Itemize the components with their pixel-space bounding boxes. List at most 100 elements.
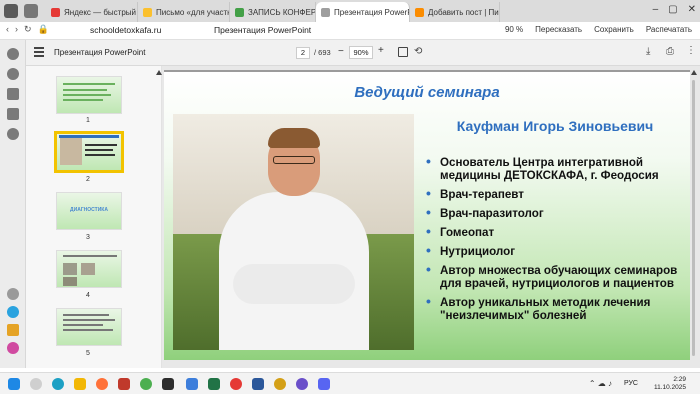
fit-page-icon[interactable] xyxy=(398,47,408,57)
presenter-name: Кауфман Игорь Зиновьевич xyxy=(456,118,654,134)
yandex-favicon-icon xyxy=(51,7,60,17)
alice-icon[interactable] xyxy=(7,128,19,140)
menu-icon[interactable] xyxy=(34,47,44,57)
page-total: / 693 xyxy=(314,48,331,57)
thumb-text-line xyxy=(63,319,115,321)
photos-icon[interactable] xyxy=(186,378,198,390)
app-icon[interactable] xyxy=(162,378,174,390)
tab-conference[interactable]: ЗАПИСЬ КОНФЕРЕНЦИИ xyxy=(230,2,316,22)
zoom-indicator[interactable]: 90 % xyxy=(505,25,523,34)
app-icon[interactable] xyxy=(118,378,130,390)
bullet-item: Нутрициолог xyxy=(426,244,688,258)
thumb-text-line xyxy=(63,255,117,257)
thumbnail-scrollbar[interactable] xyxy=(156,70,162,360)
tab-pikabu[interactable]: Добавить пост | Пикабу xyxy=(410,2,500,22)
tab-presentation[interactable]: Презентация PowerPoint ✕ xyxy=(316,2,410,22)
bullet-item: Врач-терапевт xyxy=(426,187,688,201)
vk-icon[interactable] xyxy=(7,324,19,336)
minimize-icon[interactable]: – xyxy=(653,4,659,15)
lock-icon[interactable]: 🔒 xyxy=(38,24,49,35)
add-panel-icon[interactable] xyxy=(7,288,19,300)
thumb-text-line xyxy=(63,329,113,331)
thumbnail-5[interactable] xyxy=(56,308,122,346)
download-icon[interactable]: ⤓ xyxy=(646,46,650,57)
print-button[interactable]: Распечатать xyxy=(646,25,692,34)
excel-icon[interactable] xyxy=(208,378,220,390)
rotate-icon[interactable]: ⟲ xyxy=(414,46,422,57)
thumbnail-number: 5 xyxy=(86,350,90,357)
calendar-icon[interactable] xyxy=(7,108,19,120)
maximize-icon[interactable]: ▢ xyxy=(668,4,677,15)
url-text[interactable]: schooldetoxkafa.ru xyxy=(90,25,161,35)
address-actions: 90 % Пересказать Сохранить Распечатать xyxy=(505,25,692,34)
bookmarks-icon[interactable] xyxy=(7,68,19,80)
search-icon[interactable] xyxy=(30,378,42,390)
windows-start-icon[interactable] xyxy=(8,378,20,390)
tab-letter[interactable]: Письмо «для участников» xyxy=(138,2,230,22)
tab-yandex[interactable]: Яндекс — быстрый поиск xyxy=(46,2,138,22)
thumb-text-line xyxy=(63,324,103,326)
tab-label: Презентация PowerPoint xyxy=(334,7,409,17)
file-explorer-icon[interactable] xyxy=(74,378,86,390)
bullet-item: Врач-паразитолог xyxy=(426,206,688,220)
retell-button[interactable]: Пересказать xyxy=(535,25,582,34)
thumbnail-1[interactable] xyxy=(56,76,122,114)
app-icon[interactable] xyxy=(274,378,286,390)
close-window-icon[interactable]: ✕ xyxy=(688,4,696,15)
clock[interactable]: 2:29 11.10.2025 xyxy=(654,376,686,392)
clock-date: 11.10.2025 xyxy=(653,384,686,391)
zoom-in-icon[interactable]: + xyxy=(378,45,384,56)
scrollbar-thumb[interactable] xyxy=(692,80,695,356)
telegram-icon[interactable] xyxy=(7,306,19,318)
document-favicon-icon xyxy=(321,7,330,17)
word-icon[interactable] xyxy=(252,378,264,390)
slide-page: Ведущий семинара Кауфман Игорь Зиновьеви… xyxy=(164,70,690,360)
bullet-item: Основатель Центра интегративной медицины… xyxy=(426,155,688,182)
thumb-text-line xyxy=(63,94,111,96)
thumbnail-2[interactable] xyxy=(54,131,124,173)
tab-group-icon[interactable] xyxy=(24,4,38,18)
taskbar: ⌃ ☁ ♪ РУС 2:29 11.10.2025 xyxy=(0,372,700,394)
photo-glasses xyxy=(273,156,315,164)
chat-icon[interactable] xyxy=(296,378,308,390)
viewer-scrollbar[interactable] xyxy=(690,70,698,364)
messenger-icon[interactable] xyxy=(7,342,19,354)
edge-icon[interactable] xyxy=(52,378,64,390)
back-icon[interactable]: ‹ xyxy=(6,24,9,35)
chrome-icon[interactable] xyxy=(140,378,152,390)
thumb-text-line xyxy=(85,154,115,156)
thumb-text-line xyxy=(63,99,103,101)
thumb-text-line xyxy=(63,83,115,85)
system-tray-icons[interactable]: ⌃ ☁ ♪ xyxy=(589,379,612,388)
language-indicator[interactable]: РУС xyxy=(624,380,638,387)
thumb-text: ДИАГНОСТИКА xyxy=(70,207,108,213)
pikabu-favicon-icon xyxy=(415,7,424,17)
save-button[interactable]: Сохранить xyxy=(594,25,634,34)
zoom-out-icon[interactable]: − xyxy=(338,46,344,57)
thumb-text-line xyxy=(63,89,107,91)
print-icon[interactable]: ⎙ xyxy=(666,46,674,57)
reload-icon[interactable]: ↻ xyxy=(24,24,32,35)
window-controls: – ▢ ✕ xyxy=(653,4,696,15)
scroll-up-icon[interactable] xyxy=(691,70,697,75)
pdf-title: Презентация PowerPoint xyxy=(54,48,146,57)
page-title: Презентация PowerPoint xyxy=(214,25,312,35)
forward-icon[interactable]: › xyxy=(15,24,18,35)
thumbnail-4[interactable] xyxy=(56,250,122,288)
tab-label: ЗАПИСЬ КОНФЕРЕНЦИИ xyxy=(248,7,316,17)
history-icon[interactable] xyxy=(7,48,19,60)
downloads-icon[interactable] xyxy=(7,88,19,100)
page-number-input[interactable]: 2 xyxy=(296,47,310,59)
firefox-icon[interactable] xyxy=(96,378,108,390)
browser-sidebar xyxy=(0,40,26,368)
address-bar: ‹ › ↻ 🔒 schooldetoxkafa.ru Презентация P… xyxy=(0,22,700,40)
browser-menu-icon[interactable] xyxy=(4,4,18,18)
mail-favicon-icon xyxy=(143,7,152,17)
discord-icon[interactable] xyxy=(318,378,330,390)
thumbnail-3[interactable]: ДИАГНОСТИКА xyxy=(56,192,122,230)
zoom-input[interactable]: 90% xyxy=(349,46,373,59)
more-options-icon[interactable]: ⋮ xyxy=(686,45,696,56)
photo-arms xyxy=(233,264,355,304)
yandex-browser-icon[interactable] xyxy=(230,378,242,390)
thumb-photo xyxy=(63,263,77,275)
